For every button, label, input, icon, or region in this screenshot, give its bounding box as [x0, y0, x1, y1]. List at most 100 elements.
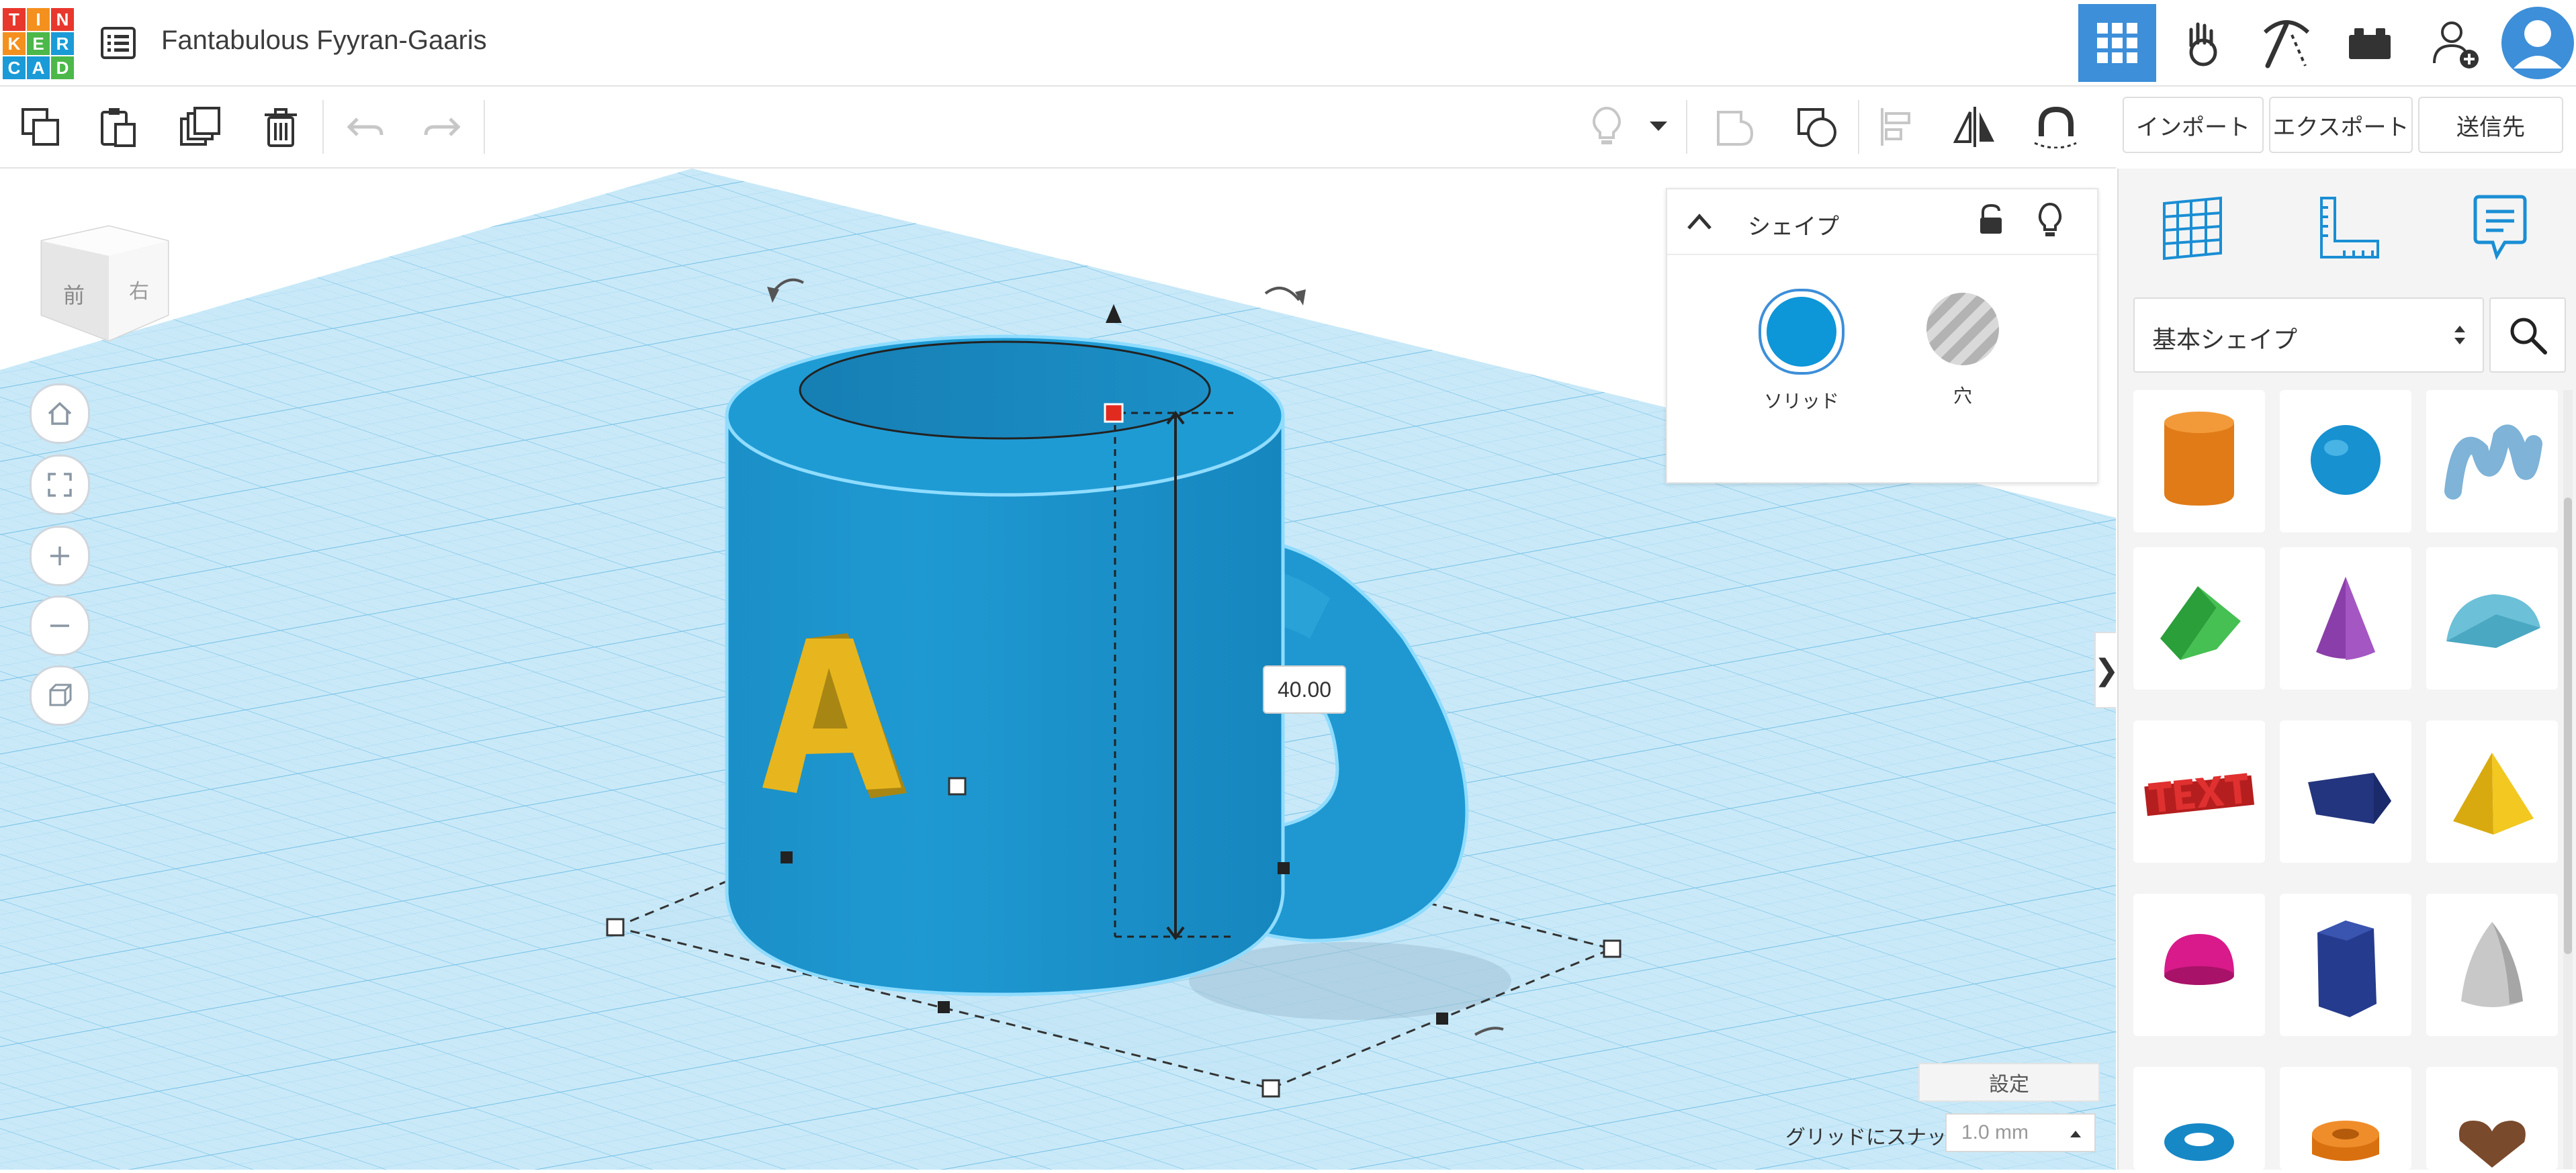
undo-icon: [347, 118, 384, 136]
sim-lab-button[interactable]: [2164, 4, 2242, 82]
note-light-dropdown[interactable]: [1642, 101, 1675, 152]
shape-tile-tube[interactable]: [2280, 1067, 2411, 1170]
dimension-readout[interactable]: 40.00: [1263, 665, 1346, 714]
shape-category-select[interactable]: 基本シェイプ: [2133, 297, 2484, 373]
workplane-tool-button[interactable]: [2153, 189, 2231, 267]
logo-letter: T: [3, 8, 26, 31]
shape-search-button[interactable]: [2489, 297, 2566, 373]
edge-handle[interactable]: [938, 1001, 950, 1013]
paraboloid-icon: [2461, 922, 2523, 1007]
group-icon: [1717, 111, 1754, 146]
corner-handle[interactable]: [948, 777, 967, 796]
solid-color-fill: [1767, 297, 1836, 367]
mirror-button[interactable]: [1949, 101, 2000, 152]
settings-button[interactable]: 設定: [1918, 1063, 2100, 1102]
hole-option[interactable]: 穴: [1916, 289, 2010, 410]
solid-label: ソリッド: [1763, 391, 1839, 412]
minecraft-button[interactable]: [2248, 4, 2325, 82]
lightbulb-icon[interactable]: [2037, 203, 2063, 239]
perspective-cube-icon: [49, 684, 72, 706]
library-scrollbar[interactable]: [2563, 390, 2573, 1169]
wedge-icon: [2308, 773, 2391, 824]
edge-handle[interactable]: [1436, 1013, 1448, 1025]
solid-option[interactable]: ソリッド: [1755, 289, 1849, 412]
user-avatar[interactable]: [2499, 4, 2576, 82]
shape-tile-paraboloid[interactable]: [2426, 894, 2558, 1036]
shape-tile-roof[interactable]: [2133, 547, 2265, 690]
text-shape-icon: [2144, 773, 2255, 816]
search-icon: [2510, 318, 2547, 355]
shape-tile-scribble[interactable]: [2426, 390, 2558, 532]
plus-icon: [50, 547, 69, 565]
view-cube-right-face[interactable]: 右: [129, 275, 149, 304]
shape-library-panel: 基本シェイプ: [2117, 169, 2576, 1170]
shape-tile-pyramid[interactable]: [2426, 720, 2558, 863]
grid-view-button[interactable]: [2078, 4, 2156, 82]
group-button[interactable]: [1710, 101, 1761, 152]
design-title[interactable]: Fantabulous Fyyran-Gaaris: [161, 26, 487, 56]
view-cube-front-face[interactable]: 前: [63, 279, 85, 310]
pickaxe-icon: [2263, 20, 2310, 68]
shape-tile-text[interactable]: [2133, 720, 2265, 863]
library-scrollbar-thumb[interactable]: [2564, 498, 2572, 954]
avatar: [2501, 7, 2574, 79]
panel-collapse-toggle[interactable]: ❯: [2094, 632, 2116, 708]
shape-tile-cone[interactable]: [2280, 547, 2411, 690]
settings-label: 設定: [1989, 1074, 2029, 1096]
design-list-icon[interactable]: [99, 24, 137, 62]
zoom-out-button[interactable]: [30, 596, 90, 656]
fit-view-button[interactable]: [30, 455, 90, 515]
inspector-title: シェイプ: [1748, 214, 1839, 240]
tinkercad-logo[interactable]: T I N K E R C A D: [3, 8, 75, 81]
toolbar-divider: [1686, 100, 1687, 154]
cruise-button[interactable]: [2030, 101, 2081, 152]
delete-button[interactable]: [255, 101, 306, 152]
corner-handle[interactable]: [1261, 1079, 1280, 1098]
edge-handle[interactable]: [1278, 862, 1290, 874]
note-light-button[interactable]: [1581, 101, 1632, 152]
home-view-button[interactable]: [30, 383, 90, 444]
export-button[interactable]: エクスポート: [2269, 97, 2413, 153]
snap-grid-select[interactable]: 1.0 mm: [1945, 1113, 2096, 1152]
corner-handle[interactable]: [606, 918, 625, 937]
edit-toolbar: [0, 87, 2116, 169]
copy-button[interactable]: [15, 101, 66, 152]
lightbulb-icon: [1593, 106, 1621, 144]
chevron-up-icon[interactable]: [1686, 212, 1713, 232]
send-to-button[interactable]: 送信先: [2418, 97, 2563, 153]
duplicate-button[interactable]: [175, 101, 226, 152]
align-button[interactable]: [1873, 101, 1924, 152]
app-header: T I N K E R C A D Fantabulous Fyyran-Gaa…: [0, 0, 2576, 87]
shape-tile-heart[interactable]: [2426, 1067, 2558, 1170]
shape-tile-torus[interactable]: [2133, 1067, 2265, 1170]
paste-button[interactable]: [93, 101, 144, 152]
shape-tile-round-roof[interactable]: [2426, 547, 2558, 690]
mug-opening: [799, 340, 1211, 440]
view-cube[interactable]: 前 右: [35, 214, 169, 348]
unlock-icon[interactable]: [1978, 203, 2004, 236]
notes-tool-button[interactable]: [2461, 189, 2539, 267]
edge-handle[interactable]: [781, 851, 793, 863]
shape-tile-wedge[interactable]: [2280, 720, 2411, 863]
shape-tile-box[interactable]: [2133, 390, 2265, 532]
shape-tile-polygon[interactable]: [2280, 894, 2411, 1036]
ruler-icon: [2320, 197, 2379, 259]
rotate-handle-right[interactable]: [1264, 287, 1300, 301]
sphere-icon: [2311, 425, 2381, 495]
ruler-tool-button[interactable]: [2309, 189, 2387, 267]
redo-button[interactable]: [416, 101, 468, 152]
roof-icon: [2160, 586, 2241, 660]
shape-tile-sphere[interactable]: [2280, 390, 2411, 532]
import-button[interactable]: インポート: [2123, 97, 2264, 153]
add-user-button[interactable]: [2417, 4, 2495, 82]
bricks-button[interactable]: [2331, 4, 2409, 82]
zoom-in-button[interactable]: [30, 526, 90, 586]
snap-grid-label: グリッドにスナップ: [1785, 1127, 1967, 1149]
chevron-down-icon: [1650, 122, 1667, 131]
shape-tile-half-sphere[interactable]: [2133, 894, 2265, 1036]
corner-handle[interactable]: [1603, 939, 1622, 958]
undo-button[interactable]: [340, 101, 391, 152]
perspective-button[interactable]: [30, 665, 90, 726]
ungroup-button[interactable]: [1791, 101, 1842, 152]
height-handle[interactable]: [1104, 403, 1124, 423]
